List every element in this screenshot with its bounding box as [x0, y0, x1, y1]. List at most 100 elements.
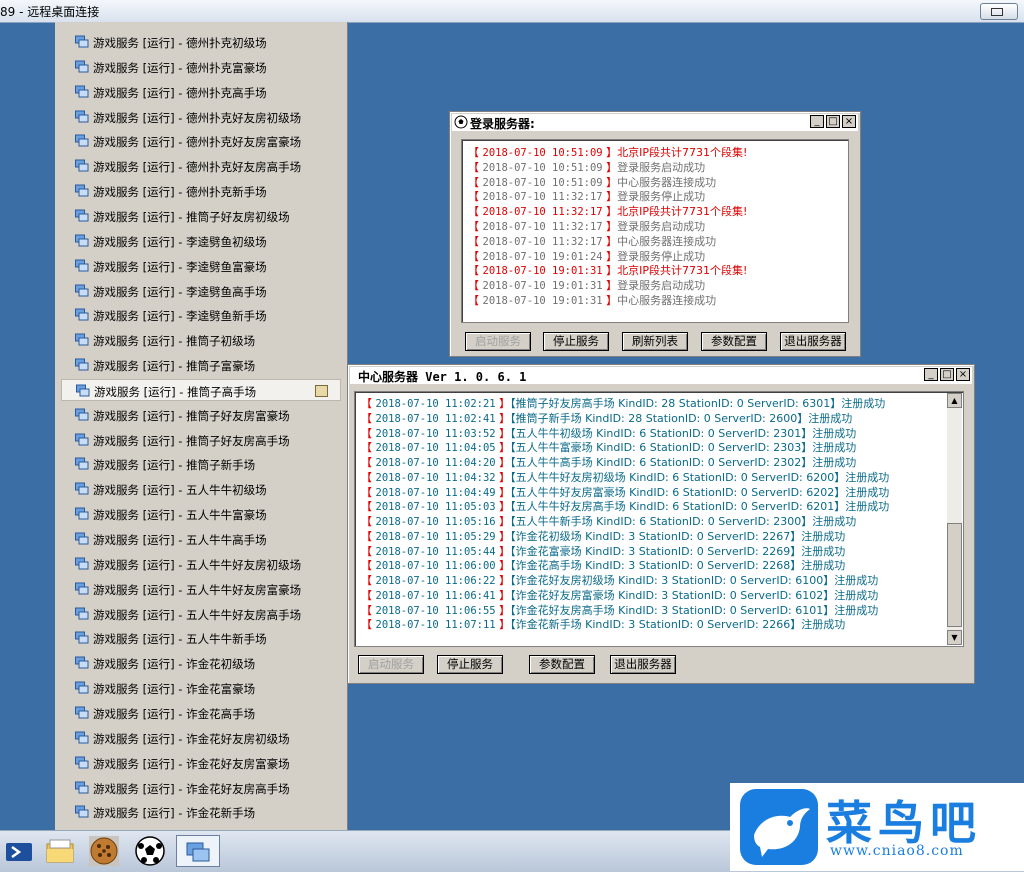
start-service-button[interactable]: 启动服务 [358, 655, 424, 674]
menu-item[interactable]: 游戏服务 [运行] - 诈金花富豪场 [61, 677, 341, 699]
menu-item[interactable]: 游戏服务 [运行] - 诈金花好友房高手场 [61, 777, 341, 799]
log-line: 【 2018-07-10 11:32:17 】北京IP段共计7731个段集! [468, 205, 748, 219]
maximize-button[interactable]: □ [826, 115, 840, 128]
log-line: 【 2018-07-10 11:32:17 】登录服务停止成功 [468, 190, 706, 204]
menu-item-label: 游戏服务 [运行] - 德州扑克高手场 [93, 85, 267, 100]
menu-item[interactable]: 游戏服务 [运行] - 德州扑克好友房富豪场 [61, 130, 341, 152]
game-service-icon [75, 507, 89, 520]
refresh-list-button[interactable]: 刷新列表 [622, 332, 688, 351]
menu-item-label: 游戏服务 [运行] - 德州扑克富豪场 [93, 60, 267, 75]
menu-item[interactable]: 游戏服务 [运行] - 推筒子高手场 [61, 378, 341, 401]
file-explorer-icon[interactable] [44, 835, 76, 867]
close-button[interactable]: × [956, 368, 970, 381]
scroll-down-icon[interactable]: ▼ [947, 630, 962, 645]
menu-item[interactable]: 游戏服务 [运行] - 诈金花好友房富豪场 [61, 752, 341, 774]
game-service-icon [75, 159, 89, 172]
menu-item-label: 游戏服务 [运行] - 五人牛牛好友房初级场 [93, 557, 302, 572]
log-timestamp: 2018-07-10 11:02:21 [375, 398, 496, 410]
close-button[interactable]: × [842, 115, 856, 128]
log-line: 【 2018-07-10 11:02:21 】【推筒子好友房高手场 KindID… [361, 397, 886, 410]
menu-item[interactable]: 游戏服务 [运行] - 李逵劈鱼高手场 [61, 280, 341, 302]
menu-item[interactable]: 游戏服务 [运行] - 五人牛牛好友房富豪场 [61, 578, 341, 600]
menu-item-label: 游戏服务 [运行] - 李逵劈鱼新手场 [93, 309, 267, 324]
game-service-icon [76, 384, 90, 397]
menu-item-label: 游戏服务 [运行] - 诈金花新手场 [93, 806, 256, 821]
log-line: 【 2018-07-10 11:04:20 】【五人牛牛高手场 KindID: … [361, 456, 857, 469]
menu-item[interactable]: 游戏服务 [运行] - 推筒子富豪场 [61, 354, 341, 376]
cniao8-watermark: 菜鸟吧 www.cniao8.com [730, 783, 1024, 871]
center-log-box[interactable]: ▲ ▼ 【 2018-07-10 11:02:21 】【推筒子好友房高手场 Ki… [354, 391, 964, 647]
login-window-caption[interactable]: 登录服务器: _ □ × [452, 114, 858, 131]
center-window-caption[interactable]: 中心服务器 Ver 1. 0. 6. 1 _ □ × [350, 367, 972, 384]
menu-item[interactable]: 游戏服务 [运行] - 德州扑克新手场 [61, 180, 341, 202]
menu-item[interactable]: 游戏服务 [运行] - 诈金花初级场 [61, 652, 341, 674]
menu-item-label: 游戏服务 [运行] - 五人牛牛好友房富豪场 [93, 582, 302, 597]
menu-item[interactable]: 游戏服务 [运行] - 五人牛牛新手场 [61, 627, 341, 649]
menu-item[interactable]: 游戏服务 [运行] - 推筒子初级场 [61, 329, 341, 351]
maximize-button[interactable]: □ [940, 368, 954, 381]
menu-item-label: 游戏服务 [运行] - 李逵劈鱼富豪场 [93, 259, 267, 274]
log-line: 【 2018-07-10 11:03:52 】【五人牛牛初级场 KindID: … [361, 426, 857, 440]
scroll-up-icon[interactable]: ▲ [947, 393, 962, 408]
log-timestamp: 2018-07-10 11:05:29 [375, 530, 496, 543]
menu-item[interactable]: 游戏服务 [运行] - 李逵劈鱼初级场 [61, 230, 341, 252]
game-service-icon [75, 85, 89, 98]
menu-item[interactable]: 游戏服务 [运行] - 诈金花高手场 [61, 702, 341, 724]
menu-item[interactable]: 游戏服务 [运行] - 五人牛牛高手场 [61, 528, 341, 550]
menu-item[interactable]: 游戏服务 [运行] - 诈金花新手场 [61, 801, 341, 823]
menu-item[interactable]: 游戏服务 [运行] - 五人牛牛好友房高手场 [61, 603, 341, 625]
stop-service-button[interactable]: 停止服务 [437, 655, 503, 674]
log-timestamp: 2018-07-10 11:07:11 [375, 619, 496, 632]
stop-service-button[interactable]: 停止服务 [543, 332, 609, 351]
log-timestamp: 2018-07-10 11:32:17 [482, 221, 603, 233]
log-line: 【 2018-07-10 11:04:32 】【五人牛牛好友房初级场 KindI… [361, 470, 890, 484]
menu-item[interactable]: 游戏服务 [运行] - 德州扑克好友房初级场 [61, 106, 341, 128]
game-service-taskbar-item[interactable] [176, 835, 220, 867]
restore-button[interactable] [980, 3, 1018, 20]
menu-item-label: 游戏服务 [运行] - 推筒子高手场 [94, 384, 257, 399]
menu-item[interactable]: 游戏服务 [运行] - 李逵劈鱼新手场 [61, 304, 341, 326]
minimize-button[interactable]: _ [810, 115, 824, 128]
log-line: 【 2018-07-10 19:01:24 】登录服务停止成功 [468, 249, 706, 263]
menu-item[interactable]: 游戏服务 [运行] - 五人牛牛富豪场 [61, 503, 341, 525]
scroll-thumb[interactable] [947, 523, 962, 627]
log-timestamp: 2018-07-10 11:02:41 [375, 412, 496, 425]
log-line: 【 2018-07-10 11:06:00 】【诈金花高手场 KindID: 3… [361, 559, 846, 573]
menu-item[interactable]: 游戏服务 [运行] - 诈金花好友房初级场 [61, 727, 341, 749]
menu-item-label: 游戏服务 [运行] - 推筒子初级场 [93, 334, 256, 349]
soccer-ball-icon[interactable] [134, 835, 166, 867]
menu-item[interactable]: 游戏服务 [运行] - 李逵劈鱼富豪场 [61, 255, 341, 277]
menu-item[interactable]: 游戏服务 [运行] - 推筒子好友房高手场 [61, 429, 341, 451]
config-button[interactable]: 参数配置 [701, 332, 767, 351]
menu-item-label: 游戏服务 [运行] - 李逵劈鱼初级场 [93, 234, 267, 249]
start-service-button[interactable]: 启动服务 [465, 332, 531, 351]
log-scrollbar[interactable]: ▲ ▼ [947, 393, 962, 645]
exit-server-button[interactable]: 退出服务器 [780, 332, 846, 351]
menu-item[interactable]: 游戏服务 [运行] - 五人牛牛好友房初级场 [61, 553, 341, 575]
powershell-icon[interactable] [4, 835, 36, 867]
log-line: 【 2018-07-10 11:06:41 】【诈金花好友房富豪场 KindID… [361, 588, 879, 602]
config-button[interactable]: 参数配置 [529, 655, 595, 674]
menu-item[interactable]: 游戏服务 [运行] - 推筒子好友房初级场 [61, 205, 341, 227]
log-message: 【五人牛牛好友房富豪场 KindID: 6 StationID: 0 Serve… [510, 485, 890, 499]
game-service-icon [75, 631, 89, 644]
exit-server-button[interactable]: 退出服务器 [610, 655, 676, 674]
menu-item-label: 游戏服务 [运行] - 德州扑克好友房富豪场 [93, 135, 302, 150]
menu-item[interactable]: 游戏服务 [运行] - 德州扑克初级场 [61, 31, 341, 53]
game-service-icon [75, 532, 89, 545]
menu-item[interactable]: 游戏服务 [运行] - 推筒子好友房富豪场 [61, 404, 341, 426]
submenu-icon[interactable] [315, 384, 328, 397]
menu-item-label: 游戏服务 [运行] - 五人牛牛富豪场 [93, 508, 267, 523]
menu-item[interactable]: 游戏服务 [运行] - 推筒子新手场 [61, 453, 341, 475]
menu-item[interactable]: 游戏服务 [运行] - 德州扑克好友房高手场 [61, 155, 341, 177]
menu-item[interactable]: 游戏服务 [运行] - 德州扑克富豪场 [61, 56, 341, 78]
menu-item[interactable]: 游戏服务 [运行] - 德州扑克高手场 [61, 81, 341, 103]
restore-icon [991, 8, 1003, 16]
log-timestamp: 2018-07-10 19:01:24 [482, 250, 603, 263]
service-menu: 游戏服务 [运行] - 德州扑克初级场 游戏服务 [运行] - 德州扑克富豪场 游戏… [55, 22, 348, 830]
menu-item[interactable]: 游戏服务 [运行] - 五人牛牛初级场 [61, 478, 341, 500]
login-log-box[interactable]: 【 2018-07-10 10:51:09 】北京IP段共计7731个段集! 【 … [461, 139, 849, 323]
log-timestamp: 2018-07-10 10:51:09 [482, 161, 603, 174]
cookie-app-icon[interactable] [88, 835, 120, 867]
minimize-button[interactable]: _ [924, 368, 938, 381]
